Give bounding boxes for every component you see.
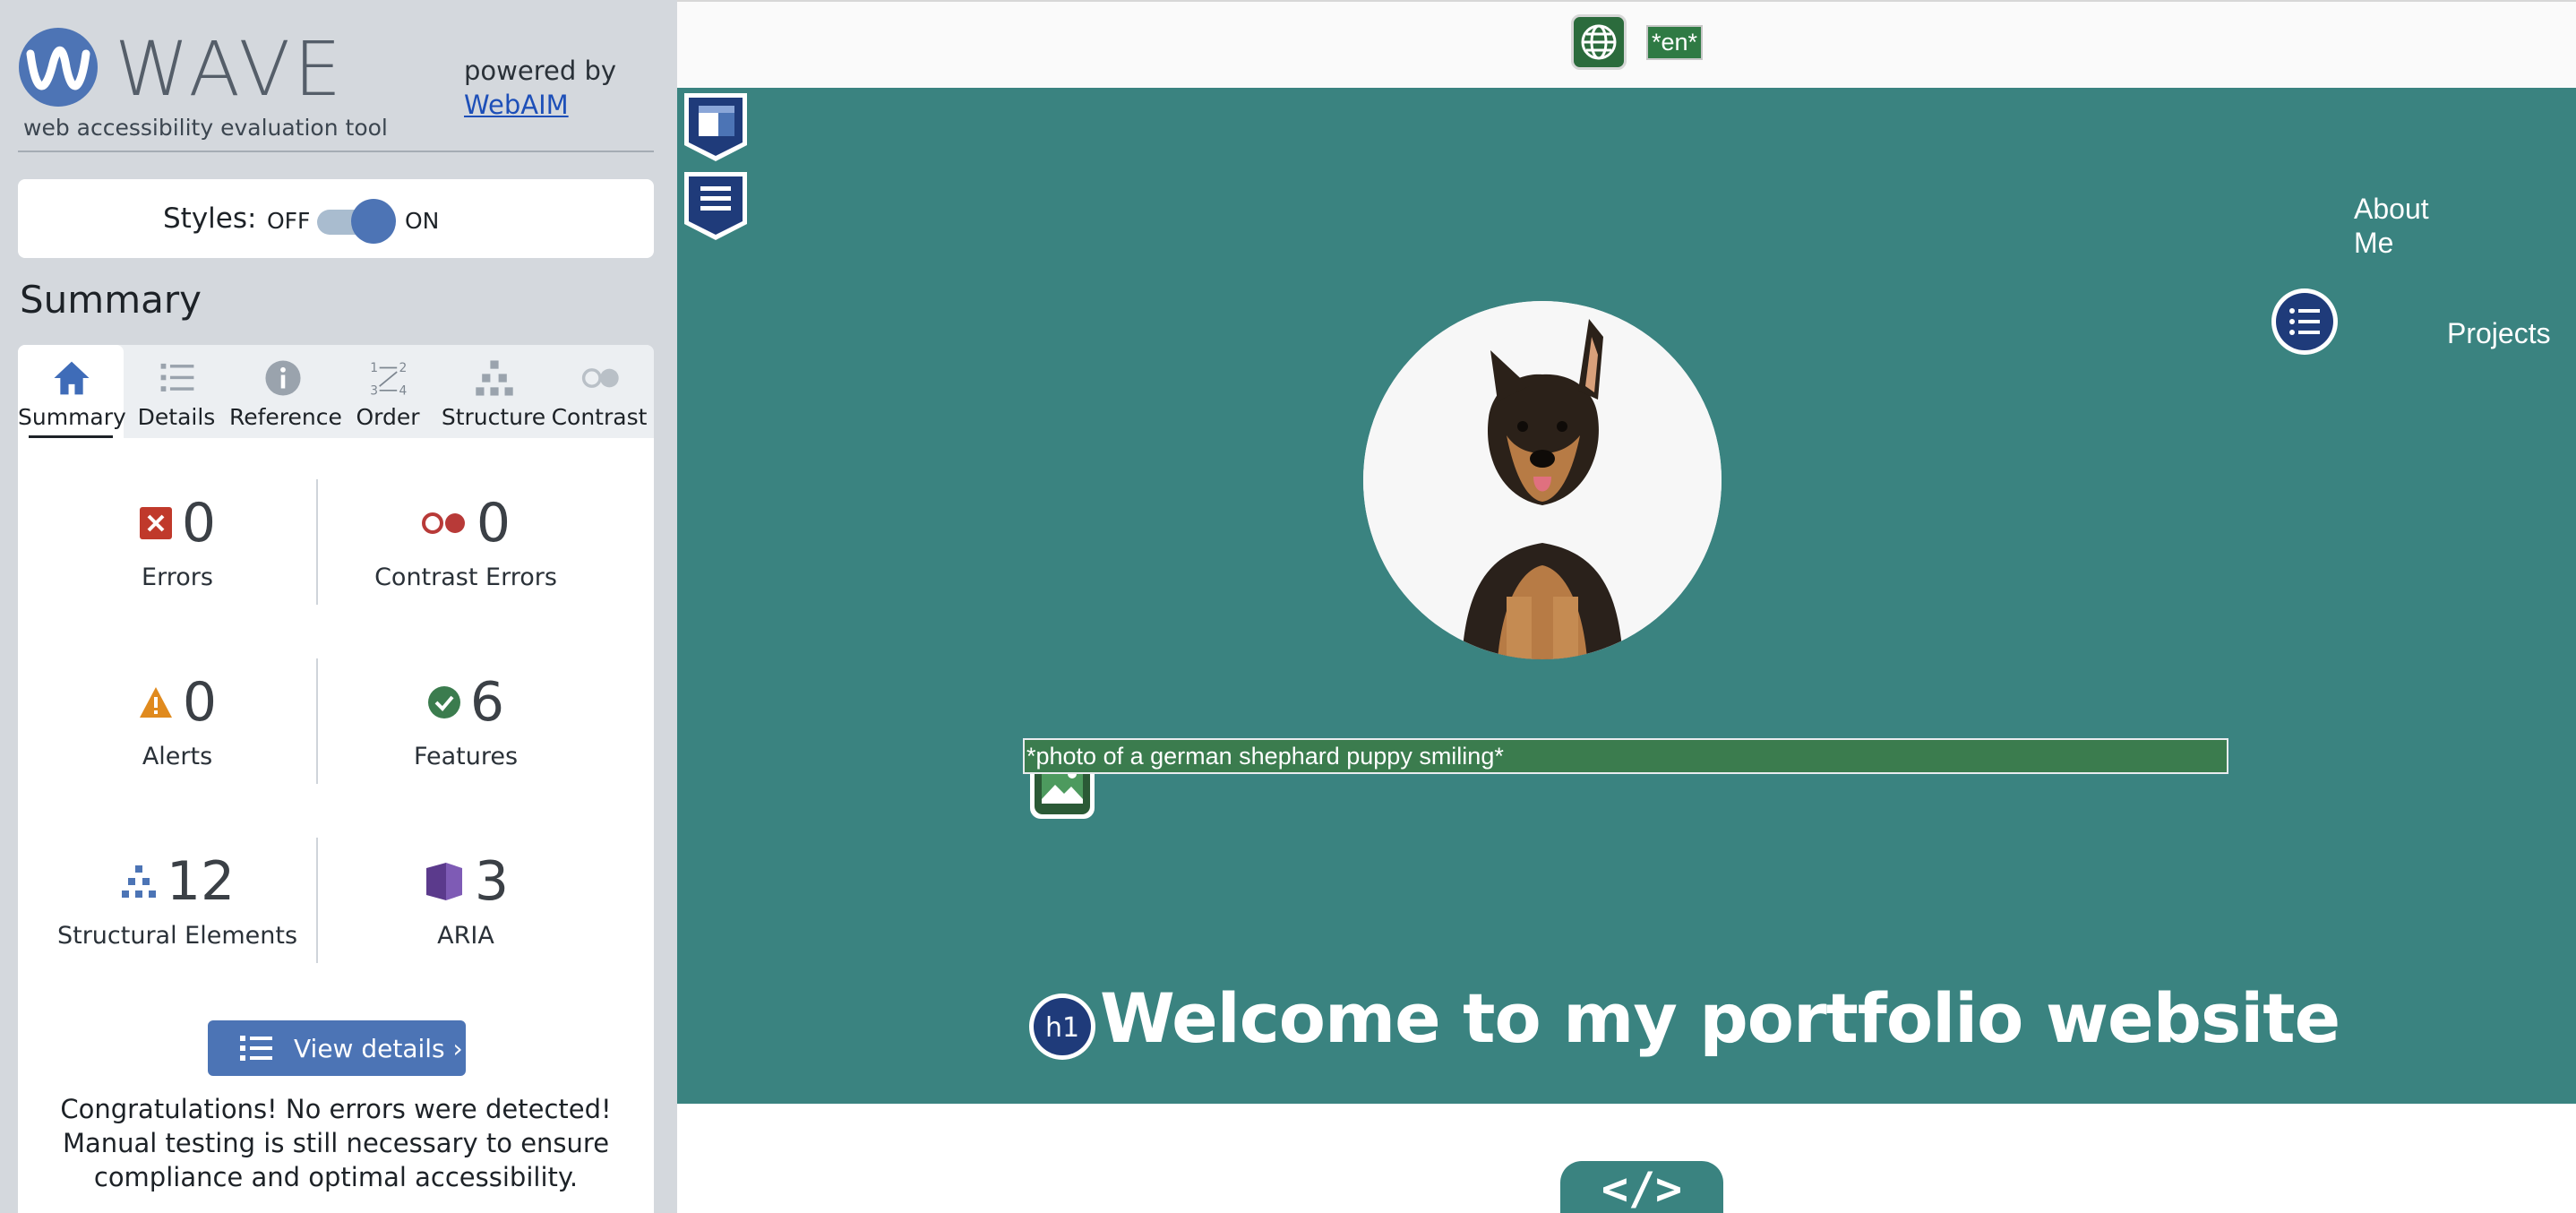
- congratulations-message: Congratulations! No errors were detected…: [60, 1094, 612, 1192]
- code-icon: </>: [1560, 1161, 1723, 1213]
- svg-text:1: 1: [370, 361, 378, 375]
- tab-label: Contrast: [551, 404, 648, 430]
- home-icon: [54, 361, 90, 395]
- wave-logo-text: WAVE: [115, 25, 346, 113]
- contrast-errors-count: 0: [476, 492, 511, 555]
- webaim-link[interactable]: WebAIM: [464, 90, 569, 120]
- wave-tabs: Summary Details Reference 1 2 3 4 Order …: [18, 345, 654, 439]
- info-icon: [265, 360, 301, 396]
- aria-icon: [425, 863, 462, 900]
- tab-label: Reference: [229, 404, 342, 430]
- panel-title: Summary: [20, 278, 202, 322]
- tab-structure[interactable]: Structure: [441, 345, 546, 438]
- header-landmark-icon[interactable]: [681, 90, 751, 165]
- tab-contrast[interactable]: Contrast: [546, 345, 652, 438]
- wave-logo-icon: [19, 28, 98, 107]
- list-icon: [160, 363, 194, 391]
- tab-summary[interactable]: Summary: [18, 345, 126, 439]
- language-globe-icon[interactable]: [1571, 14, 1627, 70]
- structure-icon: [121, 865, 156, 898]
- list-icon: [240, 1036, 272, 1061]
- errors-count: 0: [181, 492, 217, 555]
- svg-text:4: 4: [399, 383, 408, 398]
- alerts-stat[interactable]: 0 Alerts: [34, 671, 321, 770]
- aria-count: 3: [474, 850, 510, 913]
- error-icon: [139, 507, 172, 539]
- preview-top-bar: *en*: [677, 0, 2576, 90]
- language-tag: *en*: [1646, 25, 1704, 60]
- nav-link-projects[interactable]: Projects: [2447, 317, 2551, 350]
- tab-label: Details: [137, 404, 216, 430]
- tab-reference[interactable]: Reference: [229, 345, 342, 438]
- order-icon: 1 2 3 4: [370, 361, 408, 398]
- alert-icon: [139, 687, 172, 718]
- features-label: Features: [413, 743, 519, 770]
- structural-count: 12: [166, 850, 236, 913]
- alerts-count: 0: [182, 671, 218, 734]
- divider: [18, 151, 654, 152]
- structural-label: Structural Elements: [56, 922, 298, 950]
- nav-link-about[interactable]: About Me: [2354, 192, 2461, 260]
- structural-stat[interactable]: 12 Structural Elements: [34, 850, 321, 950]
- image-alt-text: *photo of a german shephard puppy smilin…: [1023, 738, 2228, 774]
- wave-subtitle: web accessibility evaluation tool: [23, 115, 388, 141]
- features-stat[interactable]: 6 Features: [322, 671, 609, 770]
- tab-label: Summary: [18, 404, 126, 439]
- contrast-errors-label: Contrast Errors: [374, 563, 557, 591]
- styles-toggle-panel: Styles: OFF ON: [18, 179, 654, 258]
- alerts-label: Alerts: [142, 743, 213, 770]
- wave-sidebar: WAVE web accessibility evaluation tool p…: [0, 0, 677, 1213]
- powered-by: powered by WebAIM: [464, 54, 616, 122]
- contrast-icon: [581, 368, 619, 388]
- tab-details[interactable]: Details: [124, 345, 229, 438]
- list-badge-icon[interactable]: [2270, 287, 2340, 357]
- features-count: 6: [469, 671, 505, 734]
- h1-badge-icon[interactable]: h1: [1028, 993, 1096, 1061]
- errors-label: Errors: [142, 563, 213, 591]
- navigation-landmark-icon[interactable]: [681, 168, 751, 244]
- svg-text:3: 3: [370, 383, 378, 398]
- view-details-label: View details ›: [294, 1034, 463, 1063]
- page-heading: Welcome to my portfolio website: [1100, 978, 2340, 1058]
- structure-icon: [476, 360, 513, 396]
- aria-label: ARIA: [437, 922, 494, 950]
- styles-off-label: OFF: [267, 208, 311, 234]
- tab-order[interactable]: 1 2 3 4 Order: [335, 345, 441, 438]
- styles-on-label: ON: [405, 208, 440, 234]
- errors-stat[interactable]: 0 Errors: [34, 492, 321, 591]
- powered-by-label: powered by: [464, 56, 617, 86]
- contrast-errors-stat[interactable]: 0 Contrast Errors: [322, 492, 609, 591]
- view-details-button[interactable]: View details ›: [208, 1020, 466, 1076]
- tab-label: Order: [356, 404, 420, 430]
- tab-label: Structure: [441, 404, 546, 430]
- aria-stat[interactable]: 3 ARIA: [322, 850, 609, 950]
- puppy-photo: [1363, 301, 1722, 659]
- page-preview: *en* About Me Projects *photo of a germa…: [677, 0, 2576, 1213]
- puppy-image-icon: [1363, 301, 1722, 659]
- feature-check-icon: [427, 686, 460, 718]
- styles-label: Styles:: [163, 202, 257, 235]
- summary-panel: 0 Errors 0 Contrast Errors 0 Alerts 6 Fe…: [18, 438, 654, 1213]
- styles-toggle-knob[interactable]: [351, 199, 396, 244]
- h1-badge-label: h1: [1045, 1012, 1079, 1044]
- svg-text:2: 2: [399, 361, 408, 375]
- contrast-error-icon: [421, 512, 465, 534]
